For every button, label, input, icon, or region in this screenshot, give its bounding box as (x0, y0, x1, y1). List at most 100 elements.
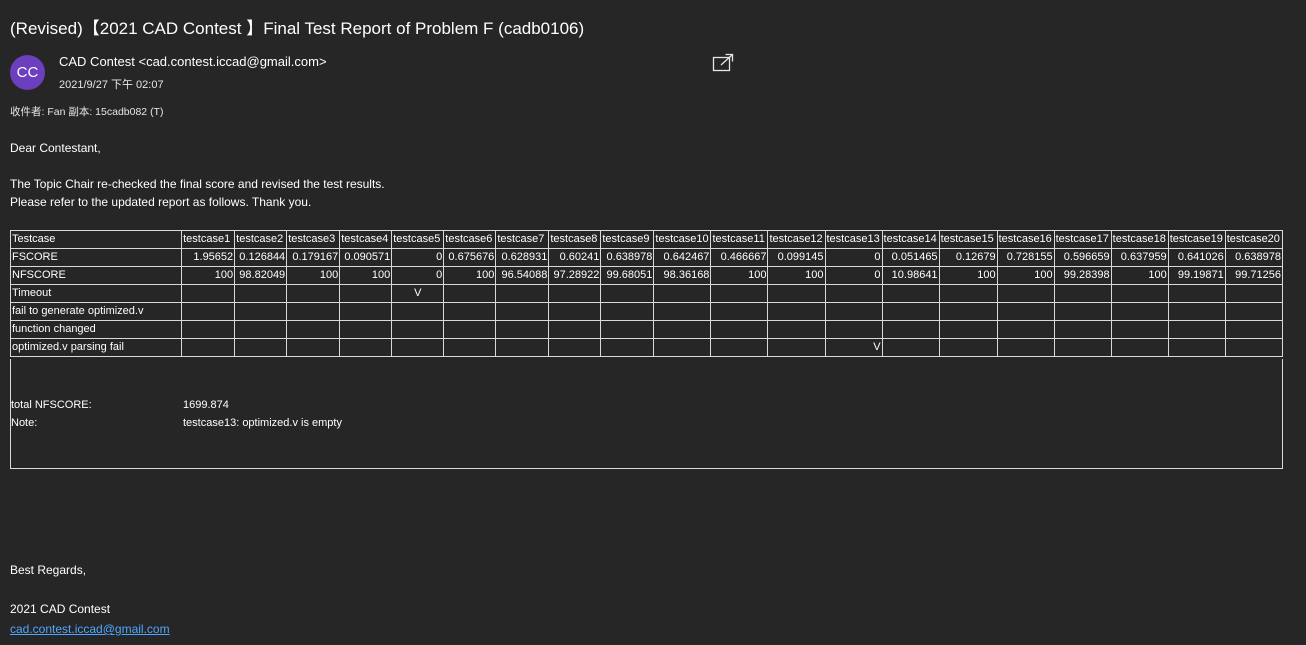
table-cell (1167, 284, 1226, 303)
table-cell: 0.179167 (286, 248, 341, 267)
table-cell: 100 (443, 266, 497, 285)
table-cell: 0 (391, 248, 445, 267)
table-cell (938, 320, 998, 339)
table-cell (881, 338, 940, 357)
table-cell (710, 302, 769, 321)
table-cell: 100 (286, 266, 341, 285)
table-cell (1167, 338, 1226, 357)
row-label-cell: Testcase (9, 230, 183, 249)
table-cell (767, 284, 826, 303)
table-cell: 100 (767, 266, 826, 285)
table-cell (443, 302, 497, 321)
table-cell: 0.051465 (881, 248, 940, 267)
body-line-1: The Topic Chair re-checked the final sco… (10, 177, 385, 191)
table-cell: 0 (824, 248, 883, 267)
table-cell (286, 302, 341, 321)
table-cell (824, 320, 883, 339)
table-cell (1224, 320, 1284, 339)
table-cell: 100 (181, 266, 236, 285)
table-cell: 0.099145 (767, 248, 826, 267)
row-label-cell: FSCORE (9, 248, 183, 267)
table-cell (996, 320, 1055, 339)
table-cell: 99.68051 (600, 266, 655, 285)
table-cell (548, 284, 602, 303)
nfscore-row: NFSCORE 100 98.82049 100 100 0 100 96.54088 97.2… (9, 266, 1284, 285)
recipients-line[interactable]: 收件者: Fan 副本: 15cadb082 (T) (10, 104, 163, 119)
table-cell (881, 284, 940, 303)
table-cell: 0.642467 (653, 248, 712, 267)
table-cell (234, 320, 288, 339)
table-cell (1224, 284, 1284, 303)
row-label-cell: optimized.v parsing fail (9, 338, 183, 357)
table-cell (1053, 284, 1112, 303)
table-cell (495, 320, 550, 339)
table-cell: testcase1 (181, 230, 236, 249)
function-changed-row: function changed (9, 320, 1284, 339)
table-cell (234, 302, 288, 321)
table-cell (600, 302, 655, 321)
table-cell (938, 338, 998, 357)
table-cell (1224, 338, 1284, 357)
signature: 2021 CAD Contest (10, 602, 111, 616)
table-cell: 0.638978 (1224, 248, 1284, 267)
table-cell (996, 284, 1055, 303)
table-cell: testcase15 (938, 230, 998, 249)
avatar[interactable]: CC (10, 55, 45, 90)
table-cell (600, 284, 655, 303)
table-cell (181, 302, 236, 321)
table-cell: testcase6 (443, 230, 497, 249)
table-cell (710, 320, 769, 339)
table-cell (600, 320, 655, 339)
table-cell (339, 320, 393, 339)
table-cell (234, 284, 288, 303)
table-cell (767, 320, 826, 339)
table-cell (1110, 338, 1169, 357)
avatar-initials: CC (16, 64, 39, 81)
table-cell (181, 320, 236, 339)
table-cell (234, 338, 288, 357)
timeout-row: Timeout V (9, 284, 1284, 303)
table-cell (1110, 284, 1169, 303)
table-cell (938, 284, 998, 303)
table-cell: testcase13 (824, 230, 883, 249)
table-cell (443, 284, 497, 303)
table-cell (881, 302, 940, 321)
table-cell: testcase5 (391, 230, 445, 249)
table-cell (653, 284, 712, 303)
table-cell (824, 284, 883, 303)
body-line-2: Please refer to the updated report as fo… (10, 195, 312, 209)
table-cell: 0.12679 (938, 248, 998, 267)
report-table: Testcase testcase1 testcase2 testcase3 testc… (9, 230, 1284, 357)
table-cell (391, 302, 445, 321)
table-cell (286, 284, 341, 303)
table-cell (1167, 302, 1226, 321)
table-cell: testcase19 (1167, 230, 1226, 249)
fail-generate-row: fail to generate optimized.v (9, 302, 1284, 321)
sender[interactable]: CAD Contest <cad.contest.iccad@gmail.com… (59, 54, 327, 69)
table-cell: testcase9 (600, 230, 655, 249)
row-label-cell: function changed (9, 320, 183, 339)
email-link[interactable]: cad.contest.iccad@gmail.com (10, 622, 170, 636)
table-cell: 100 (1110, 266, 1169, 285)
table-cell: 0 (391, 266, 445, 285)
table-cell (710, 338, 769, 357)
table-cell: testcase17 (1053, 230, 1112, 249)
row-label-cell: NFSCORE (9, 266, 183, 285)
table-cell (443, 320, 497, 339)
table-cell (996, 302, 1055, 321)
table-cell: testcase2 (234, 230, 288, 249)
table-cell: testcase8 (548, 230, 602, 249)
table-cell (653, 320, 712, 339)
table-cell (1053, 320, 1112, 339)
closing: Best Regards, (10, 563, 87, 577)
table-cell: testcase10 (653, 230, 712, 249)
table-cell (339, 284, 393, 303)
table-cell: testcase3 (286, 230, 341, 249)
table-cell: 0.728155 (996, 248, 1055, 267)
table-cell: testcase4 (339, 230, 393, 249)
total-nfscore-label: total NFSCORE: (11, 399, 92, 411)
note-value: testcase13: optimized.v is empty (183, 417, 342, 429)
popout-icon[interactable] (712, 53, 734, 73)
table-cell (653, 338, 712, 357)
table-cell (710, 284, 769, 303)
